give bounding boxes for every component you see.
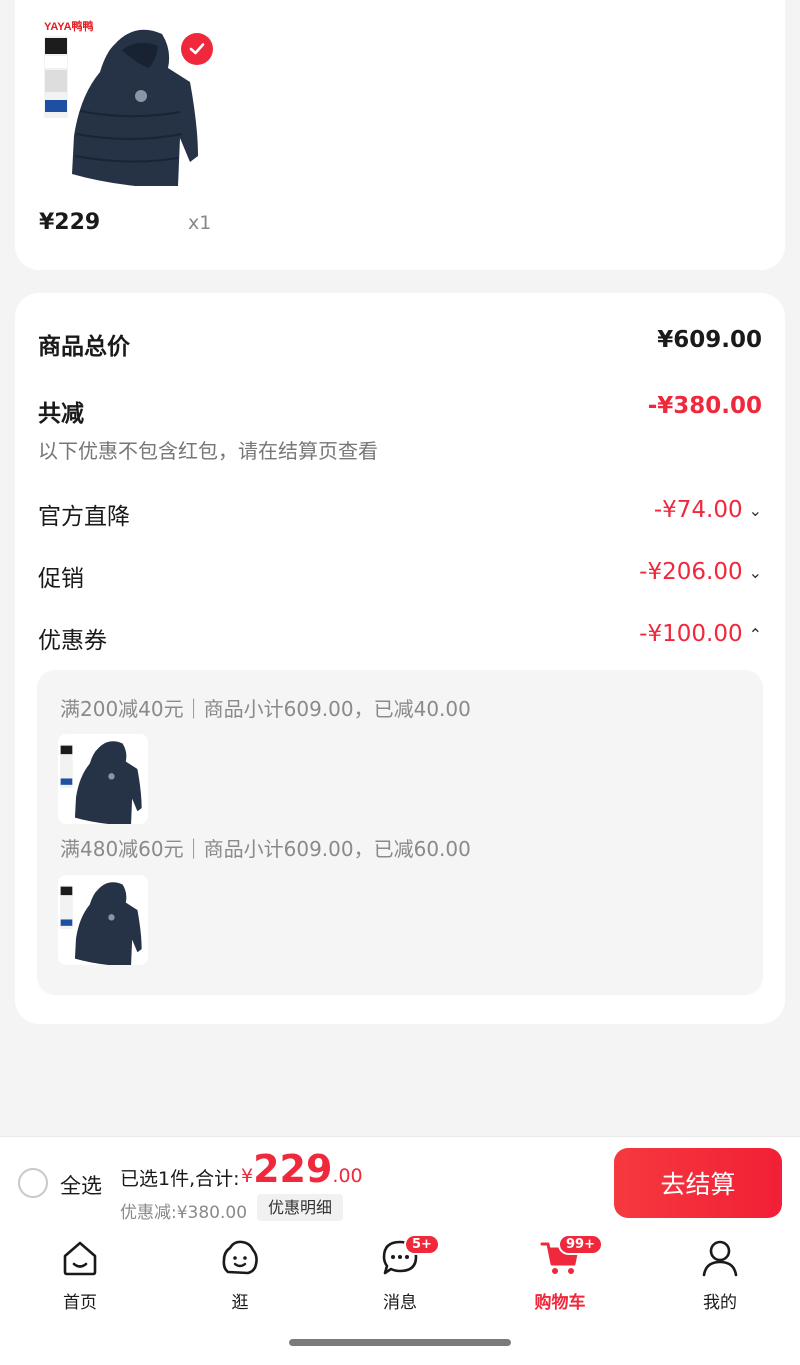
selected-check-icon[interactable] <box>181 33 213 65</box>
select-all-label[interactable]: 全选 <box>60 1170 102 1200</box>
total-amount: ¥229.00 <box>241 1147 363 1191</box>
total-reduce-label: 共减 <box>38 401 84 427</box>
home-indicator[interactable] <box>289 1339 511 1346</box>
item-price: ¥229 <box>39 210 101 235</box>
total-price-value: ¥609.00 <box>657 327 762 353</box>
tab-home[interactable]: 首页 <box>20 1238 140 1318</box>
selected-summary: 已选1件,合计: <box>120 1168 240 1190</box>
item-quantity: x1 <box>188 212 212 234</box>
reduce-note: 以下优惠不包含红包，请在结算页查看 <box>38 439 378 463</box>
chevron-down-icon[interactable]: ⌄ <box>749 501 762 520</box>
official-discount-row[interactable]: -¥74.00 ⌄ <box>654 497 762 523</box>
coupon-row[interactable]: -¥100.00 ⌃ <box>639 621 762 647</box>
coupon-product-thumbnail[interactable] <box>58 734 148 824</box>
discount-detail-button[interactable]: 优惠明细 <box>257 1194 344 1221</box>
tab-browse[interactable]: 逛 <box>180 1238 300 1318</box>
checkout-bar: 全选 已选1件,合计: ¥229.00 优惠减:¥380.00 优惠明细 去结算 <box>0 1136 800 1228</box>
discount-summary: 优惠减:¥380.00 <box>120 1203 248 1223</box>
total-decimal: .00 <box>332 1165 363 1187</box>
select-all-radio[interactable] <box>18 1168 48 1198</box>
coupon-value: -¥100.00 <box>639 621 743 647</box>
browse-icon <box>220 1238 260 1278</box>
tab-messages[interactable]: 5+ 消息 <box>340 1234 460 1318</box>
cart-item-card: YAYA鸭鸭 ¥229 x1 <box>15 0 785 270</box>
message-badge: 5+ <box>404 1234 440 1255</box>
brand-logo-text: YAYA鸭鸭 <box>44 19 94 33</box>
coupon-detail-line: 满200减40元｜商品小计609.00，已减40.00 <box>60 697 471 721</box>
coupon-detail-panel: 满200减40元｜商品小计609.00，已减40.00 满480减60元｜商品小… <box>37 670 763 995</box>
price-summary-card: 商品总价 ¥609.00 共减 -¥380.00 以下优惠不包含红包，请在结算页… <box>15 293 785 1024</box>
tab-label: 购物车 <box>534 1293 586 1313</box>
total-reduce-value: -¥380.00 <box>647 393 762 419</box>
tab-label: 逛 <box>231 1293 249 1313</box>
tab-cart[interactable]: 99+ 购物车 <box>500 1234 620 1318</box>
coupon-label: 优惠券 <box>38 628 107 654</box>
official-discount-value: -¥74.00 <box>653 497 743 523</box>
tab-profile[interactable]: 我的 <box>660 1238 780 1318</box>
coupon-detail-line: 满480减60元｜商品小计609.00，已减60.00 <box>60 837 471 861</box>
checkout-button[interactable]: 去结算 <box>614 1148 782 1218</box>
cart-badge: 99+ <box>558 1234 603 1255</box>
promotion-label: 促销 <box>38 566 84 592</box>
tab-label: 首页 <box>63 1293 97 1313</box>
home-icon <box>60 1238 100 1278</box>
official-discount-label: 官方直降 <box>38 504 130 530</box>
tab-label: 消息 <box>383 1293 417 1313</box>
tab-label: 我的 <box>703 1293 737 1313</box>
chevron-down-icon[interactable]: ⌄ <box>749 563 762 582</box>
coupon-product-thumbnail[interactable] <box>58 875 148 965</box>
currency-symbol: ¥ <box>241 1165 254 1187</box>
total-price-label: 商品总价 <box>38 334 130 360</box>
chevron-up-icon[interactable]: ⌃ <box>749 625 762 644</box>
total-integer: 229 <box>253 1147 333 1191</box>
promotion-row[interactable]: -¥206.00 ⌄ <box>639 559 762 585</box>
profile-icon <box>700 1238 740 1278</box>
promotion-value: -¥206.00 <box>639 559 743 585</box>
